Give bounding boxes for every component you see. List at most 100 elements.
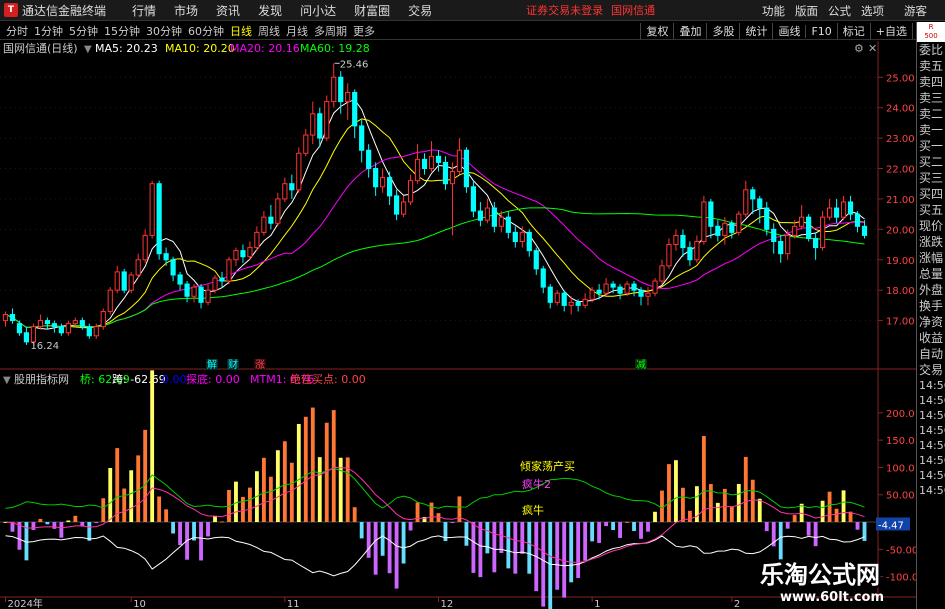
login-status[interactable]: 证券交易未登录 bbox=[526, 2, 603, 18]
menu-item-formula[interactable]: 公式 bbox=[828, 3, 851, 19]
stats-button[interactable]: 统计 bbox=[739, 23, 772, 39]
candle bbox=[65, 323, 71, 334]
menu-item-trade[interactable]: 交易 bbox=[408, 2, 432, 19]
indicator-bar bbox=[129, 470, 134, 523]
side-item[interactable]: 卖三 bbox=[917, 90, 945, 106]
side-item[interactable]: 卖一 bbox=[917, 122, 945, 138]
side-item[interactable]: 自动 bbox=[917, 346, 945, 362]
indicator-collapse-icon[interactable]: ▼ bbox=[3, 375, 11, 386]
indicator-bar bbox=[541, 522, 546, 607]
period-15min[interactable]: 15分钟 bbox=[104, 23, 140, 39]
period-60min[interactable]: 60分钟 bbox=[188, 23, 224, 39]
candle bbox=[16, 323, 23, 334]
period-weekly[interactable]: 周线 bbox=[258, 23, 280, 39]
side-item[interactable]: 买二 bbox=[917, 154, 945, 170]
menu-item-quotes[interactable]: 行情 bbox=[132, 2, 156, 19]
adjust-button[interactable]: 复权 bbox=[640, 23, 673, 39]
indicator-bar bbox=[485, 522, 490, 554]
candle bbox=[359, 125, 365, 151]
time-tick-label: 12 bbox=[440, 599, 453, 609]
price-tick-label: 22.00 bbox=[886, 165, 915, 176]
indicator-bar bbox=[499, 522, 504, 553]
indicator-bar bbox=[45, 522, 50, 525]
period-30min[interactable]: 30分钟 bbox=[146, 23, 182, 39]
indicator-bar bbox=[94, 522, 99, 524]
add-watchlist-button[interactable]: +自选 bbox=[869, 23, 912, 39]
indicator-bar bbox=[248, 487, 252, 523]
candle bbox=[72, 320, 78, 325]
candle bbox=[44, 320, 50, 325]
period-monthly[interactable]: 月线 bbox=[286, 23, 308, 39]
side-item[interactable]: 现价 bbox=[917, 218, 945, 234]
draw-line-button[interactable]: 画线 bbox=[772, 23, 805, 39]
mark-button[interactable]: 标记 bbox=[836, 23, 870, 39]
ma5-label: MA5: 20.23 bbox=[95, 42, 158, 55]
side-item[interactable]: 卖四 bbox=[917, 74, 945, 90]
overlay-button[interactable]: 叠加 bbox=[673, 23, 706, 39]
rb-badge[interactable]: R 500 bbox=[917, 22, 945, 42]
watermark-url: www.60lt.com bbox=[780, 590, 885, 605]
side-item[interactable]: 换手 bbox=[917, 298, 945, 314]
indicator-bar bbox=[261, 457, 266, 523]
period-5min[interactable]: 5分钟 bbox=[69, 23, 98, 39]
menu-item-news[interactable]: 资讯 bbox=[216, 2, 240, 19]
period-intraday[interactable]: 分时 bbox=[6, 23, 28, 39]
menu-item-market[interactable]: 市场 bbox=[174, 2, 198, 19]
side-item[interactable]: 外盘 bbox=[917, 282, 945, 298]
candle bbox=[30, 326, 37, 343]
candle bbox=[449, 171, 456, 185]
f10-button[interactable]: F10 bbox=[805, 24, 836, 38]
candle bbox=[414, 158, 421, 182]
tick-time: 14:56 bbox=[919, 469, 945, 482]
side-item[interactable]: 买五 bbox=[917, 202, 945, 218]
period-multi[interactable]: 多周期 bbox=[314, 23, 347, 39]
annotation-bull: 疯牛 bbox=[522, 503, 544, 517]
indicator-bar bbox=[513, 522, 518, 574]
marker-reduce[interactable]: 减 bbox=[636, 359, 646, 371]
side-item[interactable]: 买一 bbox=[917, 138, 945, 154]
multi-stock-button[interactable]: 多股 bbox=[706, 23, 739, 39]
side-item[interactable]: 卖二 bbox=[917, 106, 945, 122]
period-more[interactable]: 更多 bbox=[353, 23, 375, 39]
indicator-bar bbox=[548, 522, 553, 609]
menu-item-layout[interactable]: 版面 bbox=[795, 3, 818, 19]
period-daily[interactable]: 日线 bbox=[230, 23, 252, 39]
time-tick-label: 2024年 bbox=[7, 597, 42, 609]
legend-collapse-icon[interactable]: ▼ bbox=[84, 44, 92, 55]
menu-item-function[interactable]: 功能 bbox=[762, 3, 785, 19]
marker-rise[interactable]: 涨 bbox=[255, 359, 265, 371]
pane-settings-icon[interactable]: ⚙ bbox=[854, 42, 864, 55]
chart-area[interactable]: 国网信通(日线) ▼ MA5: 20.23 MA10: 20.20 MA20: … bbox=[0, 41, 918, 609]
candle bbox=[820, 216, 826, 249]
candle bbox=[847, 201, 854, 215]
guest-user[interactable]: 游客 bbox=[904, 3, 927, 19]
ma20-label: MA20: 20.16 bbox=[230, 42, 300, 55]
side-item[interactable]: 净资 bbox=[917, 314, 945, 330]
candle bbox=[463, 149, 470, 188]
side-item[interactable]: 委比 bbox=[917, 42, 945, 58]
menu-item-wealth[interactable]: 财富圈 bbox=[354, 2, 390, 19]
indicator-bar bbox=[59, 522, 64, 538]
menu-item-options[interactable]: 选项 bbox=[861, 3, 884, 19]
menu-item-ask[interactable]: 问小达 bbox=[300, 2, 336, 19]
candle bbox=[673, 234, 679, 246]
marker-unlock[interactable]: 解 bbox=[207, 358, 217, 371]
side-item[interactable]: 买三 bbox=[917, 170, 945, 186]
side-item[interactable]: 交易 bbox=[917, 362, 945, 378]
candle bbox=[156, 183, 162, 255]
indicator-value-bottom: 探底: 0.00 bbox=[186, 372, 240, 386]
side-item[interactable]: 收益 bbox=[917, 330, 945, 346]
chart-svg[interactable]: 国网信通(日线) ▼ MA5: 20.23 MA10: 20.20 MA20: … bbox=[0, 41, 918, 609]
toolbar-right-group: 复权 叠加 多股 统计 画线 F10 标记 +自选 返回 bbox=[640, 22, 945, 40]
marker-finance[interactable]: 财 bbox=[228, 358, 238, 371]
side-item[interactable]: 涨跌 bbox=[917, 234, 945, 250]
side-item[interactable]: 涨幅 bbox=[917, 250, 945, 266]
side-item[interactable]: 买四 bbox=[917, 186, 945, 202]
side-item[interactable]: 卖五 bbox=[917, 58, 945, 74]
candle bbox=[2, 314, 9, 322]
pane-close-icon[interactable]: ✕ bbox=[868, 42, 877, 55]
candle bbox=[526, 231, 532, 252]
side-item[interactable]: 总量 bbox=[917, 266, 945, 282]
period-1min[interactable]: 1分钟 bbox=[34, 23, 63, 39]
menu-item-discover[interactable]: 发现 bbox=[258, 2, 282, 19]
